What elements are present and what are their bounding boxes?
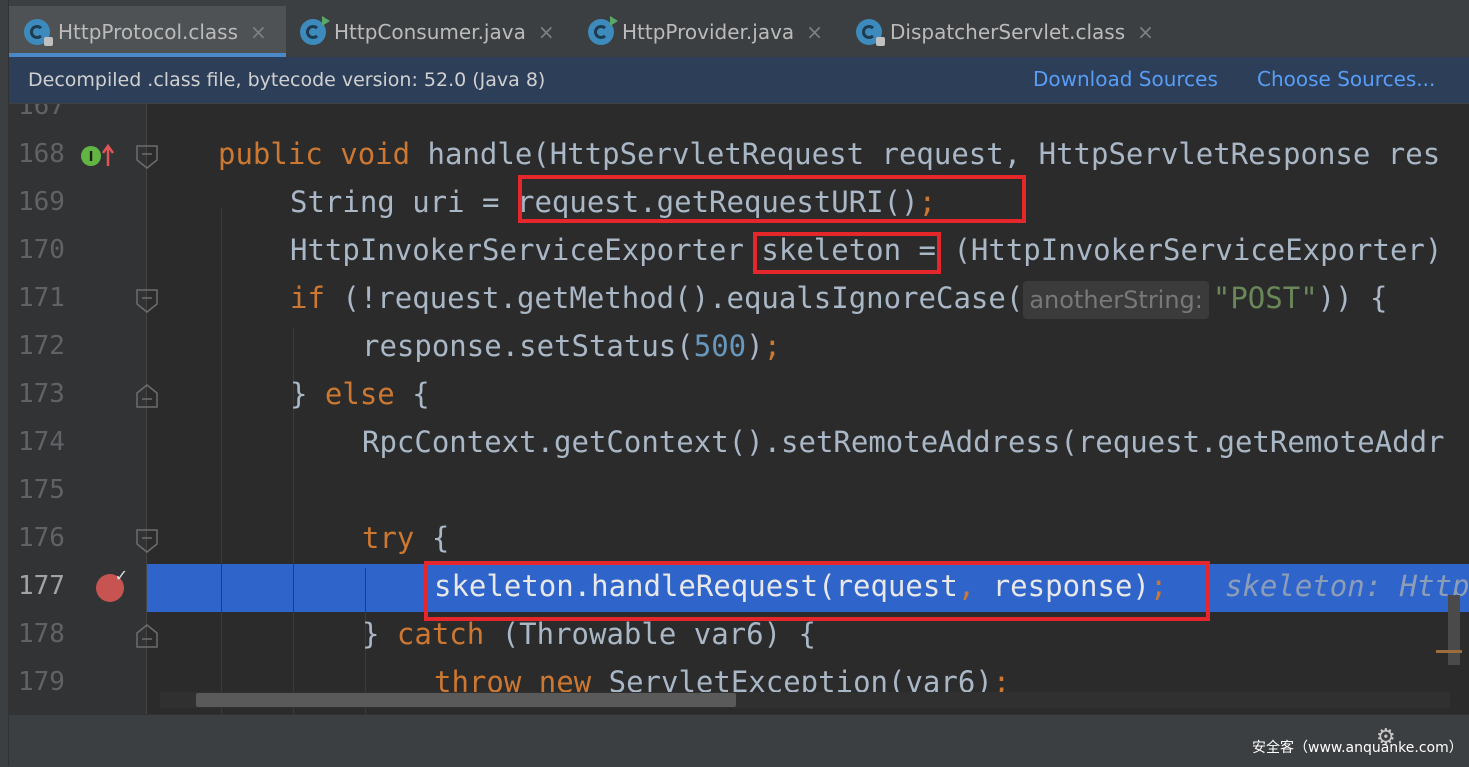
- horizontal-scroll-thumb[interactable]: [196, 693, 736, 707]
- code-token: request.getRequestURI(): [516, 185, 919, 219]
- line-number: 174: [18, 427, 65, 457]
- svg-text:I: I: [89, 150, 94, 165]
- fold-close-icon[interactable]: [136, 624, 158, 648]
- tab-dispatcherservlet-class[interactable]: DispatcherServlet.class ×: [856, 6, 1166, 57]
- fold-open-icon[interactable]: [136, 529, 158, 553]
- code-token: HttpInvokerServiceExporter: [290, 233, 762, 267]
- class-run-icon: [588, 15, 618, 45]
- tab-httpprovider-java[interactable]: HttpProvider.java ×: [588, 6, 840, 57]
- left-tool-strip: [0, 0, 9, 766]
- line-number: 170: [18, 235, 65, 265]
- close-icon[interactable]: ×: [806, 20, 823, 44]
- code-token: ;: [918, 185, 937, 219]
- line-number: 169: [18, 187, 65, 217]
- decompiled-banner: Decompiled .class file, bytecode version…: [8, 57, 1469, 104]
- code-token: }: [362, 617, 397, 651]
- code-line-177: skeleton.handleRequest(request, response…: [434, 562, 1167, 610]
- code-token: handle(HttpServletRequest request, HttpS…: [410, 137, 1441, 171]
- line-number-current: 177: [18, 571, 65, 601]
- tab-title: HttpProvider.java: [622, 19, 795, 44]
- code-token: )) {: [1317, 281, 1388, 315]
- debug-value-hint: skeleton: Http: [1225, 569, 1469, 603]
- code-token: if: [290, 281, 325, 315]
- indent-guide: [221, 208, 222, 714]
- code-token: response.setStatus(: [362, 329, 694, 363]
- code-token: ;: [763, 329, 782, 363]
- code-line-170: HttpInvokerServiceExporter skeleton = (H…: [290, 226, 1442, 274]
- code-token: String uri =: [290, 185, 517, 219]
- line-number: 179: [18, 667, 65, 697]
- tab-title: HttpProtocol.class: [58, 19, 239, 44]
- download-sources-link[interactable]: Download Sources: [1033, 67, 1218, 91]
- breakpoint-icon[interactable]: [96, 566, 128, 602]
- bottom-panel: [0, 714, 1469, 767]
- tab-title: DispatcherServlet.class: [890, 19, 1126, 44]
- code-token: try: [362, 521, 415, 555]
- code-token: RpcContext.getContext().setRemoteAddress…: [362, 425, 1445, 459]
- line-number: 172: [18, 331, 65, 361]
- editor-tab-bar: HttpProtocol.class × HttpConsumer.java ×…: [0, 0, 1469, 57]
- line-number: 175: [18, 475, 65, 505]
- parameter-hint: anotherString:: [1023, 281, 1209, 319]
- code-token: ;: [1149, 569, 1168, 603]
- code-line-172: response.setStatus(500);: [362, 322, 781, 370]
- code-token: {: [394, 377, 430, 411]
- code-line-169: String uri = request.getRequestURI();: [290, 178, 936, 226]
- code-line-176: try {: [362, 514, 449, 562]
- line-number: 168: [18, 139, 65, 169]
- close-icon[interactable]: ×: [1137, 20, 1154, 44]
- class-lock-icon: [856, 18, 885, 46]
- line-number: 171: [18, 283, 65, 313]
- code-line-171: if (!request.getMethod().equalsIgnoreCas…: [290, 274, 1388, 322]
- code-line-173: } else {: [290, 370, 430, 418]
- line-number: 173: [18, 379, 65, 409]
- tab-title: HttpConsumer.java: [334, 19, 526, 44]
- vertical-scroll-thumb[interactable]: [1448, 595, 1460, 665]
- code-token: catch: [396, 617, 485, 651]
- watermark: 安全客（www.anquanke.com）: [1252, 740, 1463, 756]
- tab-httpprotocol-class[interactable]: HttpProtocol.class ×: [8, 6, 286, 57]
- code-token: = (HttpInvokerServiceExporter): [901, 233, 1443, 267]
- code-token: (!request.getMethod().equalsIgnoreCase(: [324, 281, 1024, 315]
- tab-httpconsumer-java[interactable]: HttpConsumer.java ×: [300, 6, 572, 57]
- fold-close-icon[interactable]: [136, 384, 158, 408]
- line-number: 178: [18, 619, 65, 649]
- close-icon[interactable]: ×: [250, 20, 267, 44]
- code-token: ,: [957, 569, 976, 603]
- code-line-178: } catch (Throwable var6) {: [362, 610, 816, 658]
- code-token: (Throwable var6) {: [484, 617, 816, 651]
- line-number: 176: [18, 523, 65, 553]
- code-token: else: [324, 377, 395, 411]
- error-stripe-mark: [1436, 650, 1462, 653]
- fold-open-icon[interactable]: [136, 289, 158, 313]
- code-line-174: RpcContext.getContext().setRemoteAddress…: [362, 418, 1445, 466]
- close-icon[interactable]: ×: [538, 20, 555, 44]
- class-lock-icon: [24, 18, 53, 46]
- code-token: response): [975, 569, 1150, 603]
- choose-sources-link[interactable]: Choose Sources...: [1257, 67, 1435, 91]
- code-token: skeleton.handleRequest(request: [434, 569, 958, 603]
- code-token: 500: [693, 329, 747, 363]
- code-line-168: public void handle(HttpServletRequest re…: [218, 130, 1440, 178]
- code-token: skeleton: [761, 233, 902, 267]
- line-number: 167: [18, 104, 65, 121]
- code-token: void: [340, 137, 411, 171]
- class-run-icon: [300, 15, 330, 45]
- implements-method-icon[interactable]: I: [80, 142, 115, 168]
- code-token: ): [746, 329, 764, 363]
- code-token: "POST": [1212, 281, 1318, 315]
- gutter-separator: [146, 104, 147, 714]
- code-token: {: [414, 521, 450, 555]
- code-token: }: [290, 377, 325, 411]
- code-editor[interactable]: 167 168 169 170 171 172 173 174 175 176 …: [8, 104, 1469, 714]
- banner-message: Decompiled .class file, bytecode version…: [28, 69, 546, 91]
- code-token: public: [218, 137, 323, 171]
- fold-open-icon[interactable]: [136, 145, 158, 169]
